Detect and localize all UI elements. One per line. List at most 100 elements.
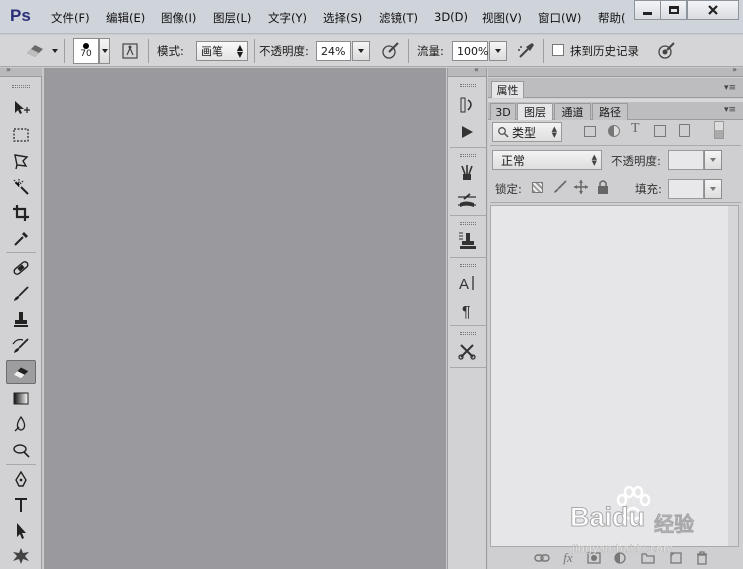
brush-dropdown-button[interactable] — [99, 38, 110, 64]
tab-3d[interactable]: 3D — [490, 103, 516, 120]
tool-gradient[interactable] — [6, 386, 36, 410]
history-panel-button[interactable] — [455, 93, 479, 117]
divider — [148, 39, 149, 63]
close-button[interactable] — [687, 0, 739, 20]
tool-quick-select[interactable] — [6, 175, 36, 199]
canvas-area[interactable] — [44, 68, 446, 569]
tool-healing-brush[interactable] — [6, 256, 36, 280]
grip-handle[interactable] — [460, 264, 476, 267]
tool-pen[interactable] — [6, 468, 36, 492]
clone-source-panel-button[interactable] — [455, 229, 479, 253]
brush-presets-panel-button[interactable] — [455, 161, 479, 185]
link-layers-button[interactable] — [534, 550, 550, 566]
grip-handle[interactable] — [460, 84, 476, 87]
opacity-input[interactable]: 24% — [316, 41, 351, 61]
filter-type-icon[interactable]: T — [631, 121, 640, 137]
tools-panel-header[interactable]: » — [0, 65, 42, 77]
flow-dropdown-button[interactable] — [489, 41, 507, 61]
tool-move[interactable] — [6, 96, 36, 120]
lock-transparency-icon[interactable] — [532, 182, 543, 193]
mode-select[interactable]: 画笔 ▲ ▼ — [196, 41, 248, 61]
paragraph-panel-button[interactable]: ¶ — [455, 299, 479, 323]
panel-menu-icon[interactable]: ▾≡ — [724, 83, 736, 93]
menu-filter[interactable]: 滤镜(T) — [379, 10, 418, 26]
tab-channels[interactable]: 通道 — [554, 103, 591, 120]
tool-blur[interactable] — [6, 412, 36, 436]
opacity-dropdown-button[interactable] — [352, 41, 370, 61]
minimize-button[interactable] — [634, 0, 661, 20]
tool-lasso[interactable] — [6, 149, 36, 173]
brush-panel-button[interactable] — [455, 189, 479, 213]
layer-opacity-input[interactable] — [668, 150, 704, 170]
lock-pixels-button[interactable] — [552, 179, 568, 198]
tool-eraser[interactable] — [6, 360, 36, 384]
chevron-down-icon — [101, 49, 108, 53]
maximize-button[interactable] — [660, 0, 687, 20]
fill-input[interactable] — [668, 179, 704, 199]
tool-dodge[interactable] — [6, 438, 36, 462]
menu-select[interactable]: 选择(S) — [323, 10, 362, 26]
filter-adjustment-icon[interactable] — [608, 125, 620, 137]
dock-header[interactable]: « — [448, 65, 486, 77]
grip-handle[interactable] — [460, 154, 476, 157]
grip-handle[interactable] — [460, 332, 476, 335]
lock-all-button[interactable] — [596, 179, 610, 198]
tool-eyedropper[interactable] — [6, 227, 36, 251]
layer-opacity-label: 不透明度: — [611, 154, 661, 168]
filter-smart-object-icon[interactable] — [679, 124, 690, 137]
polygon-lasso-icon — [14, 154, 29, 170]
lock-position-button[interactable] — [573, 179, 589, 198]
panel-menu-icon[interactable]: ▾≡ — [724, 105, 736, 115]
erase-history-checkbox[interactable] — [552, 44, 564, 56]
tool-custom-shape[interactable] — [6, 544, 36, 568]
filter-pixel-icon[interactable] — [584, 126, 596, 137]
minimize-icon — [643, 11, 652, 15]
character-panel-button[interactable]: A — [455, 271, 479, 295]
menu-edit[interactable]: 编辑(E) — [106, 10, 145, 26]
menu-image[interactable]: 图像(I) — [161, 10, 196, 26]
title-bar: Ps 文件(F) 编辑(E) 图像(I) 图层(L) 文字(Y) 选择(S) 滤… — [0, 0, 743, 34]
grip-handle[interactable] — [460, 222, 476, 225]
menu-window[interactable]: 窗口(W) — [538, 10, 581, 26]
fill-dropdown[interactable] — [704, 179, 722, 199]
tool-path-select[interactable] — [6, 519, 36, 543]
menu-layer[interactable]: 图层(L) — [213, 10, 251, 26]
layer-opacity-dropdown[interactable] — [704, 150, 722, 170]
brush-panel-toggle[interactable] — [120, 41, 140, 61]
tool-history-brush[interactable] — [6, 334, 36, 358]
tool-clone-stamp[interactable] — [6, 308, 36, 332]
tab-layers[interactable]: 图层 — [517, 103, 553, 120]
actions-panel-button[interactable] — [455, 120, 479, 144]
preset-dropdown-arrow[interactable] — [52, 49, 58, 53]
filter-shape-icon[interactable] — [654, 125, 666, 137]
menu-file[interactable]: 文件(F) — [51, 10, 90, 26]
pressure-opacity-toggle[interactable] — [380, 41, 402, 61]
airbrush-toggle[interactable] — [516, 41, 538, 61]
tool-presets-panel-button[interactable] — [455, 339, 479, 363]
layer-filter-kind-select[interactable]: 类型 ▲ ▼ — [492, 122, 562, 142]
menu-type[interactable]: 文字(Y) — [268, 10, 307, 26]
filter-toggle-switch[interactable] — [714, 121, 724, 139]
tool-preset-picker[interactable] — [24, 41, 50, 61]
grip-handle[interactable] — [12, 85, 30, 88]
pen-pressure-icon — [382, 42, 399, 59]
brush-size-value: 70 — [80, 49, 92, 59]
tool-brush[interactable] — [6, 282, 36, 306]
blend-mode-select[interactable]: 正常 ▲ ▼ — [492, 150, 602, 170]
menu-view[interactable]: 视图(V) — [482, 10, 522, 26]
tool-crop[interactable] — [6, 201, 36, 225]
tool-type[interactable] — [6, 493, 36, 517]
brush-preset-picker[interactable]: 70 — [73, 38, 99, 64]
tab-paths[interactable]: 路径 — [592, 103, 628, 120]
panel-group-header[interactable]: » — [488, 65, 743, 77]
tool-marquee[interactable] — [6, 123, 36, 147]
divider — [450, 257, 486, 258]
tab-properties[interactable]: 属性 — [491, 81, 524, 98]
flow-input[interactable]: 100% — [452, 41, 488, 61]
layers-scrollbar[interactable] — [728, 206, 738, 546]
menu-3d[interactable]: 3D(D) — [434, 10, 468, 24]
eraser-icon — [13, 367, 29, 379]
pressure-size-toggle[interactable] — [656, 41, 678, 61]
fill-label: 填充: — [635, 182, 662, 196]
menu-help[interactable]: 帮助( — [598, 10, 630, 26]
